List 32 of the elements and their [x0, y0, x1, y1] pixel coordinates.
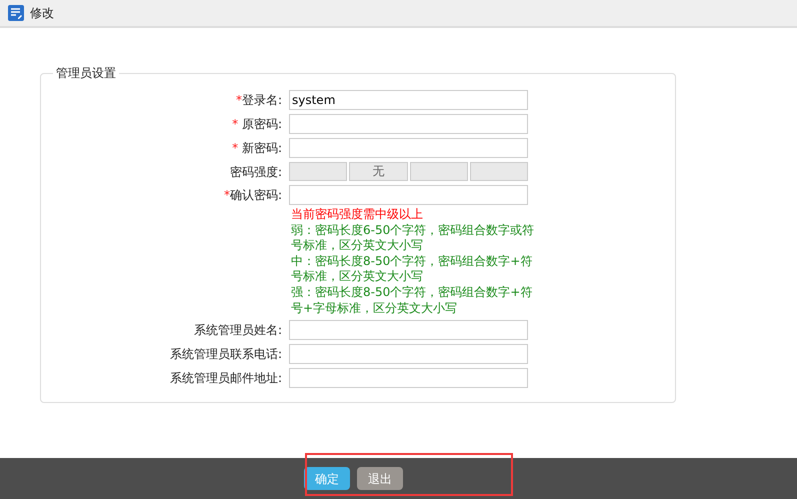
- input-field[interactable]: [289, 320, 528, 340]
- meter-segment: [289, 162, 348, 181]
- required-mark: *: [224, 188, 230, 202]
- exit-button[interactable]: 退出: [357, 467, 403, 490]
- field-label: 新密码:: [242, 141, 282, 155]
- field-label: 系统管理员姓名:: [194, 323, 282, 338]
- edit-icon: [8, 5, 24, 21]
- input-field[interactable]: [289, 368, 528, 388]
- required-mark: *: [232, 117, 240, 131]
- field-label: 登录名:: [242, 93, 282, 107]
- meter-segment: 无: [349, 162, 408, 181]
- input-field[interactable]: [289, 138, 528, 158]
- meter-segment: [410, 162, 468, 181]
- input-field[interactable]: [289, 185, 528, 205]
- confirm-button[interactable]: 确定: [304, 467, 350, 490]
- required-mark: *: [232, 141, 240, 155]
- required-mark: *: [236, 93, 242, 107]
- input-field[interactable]: [289, 114, 528, 134]
- field-label: 原密码:: [242, 117, 282, 131]
- input-field[interactable]: [289, 344, 528, 364]
- field-label: 系统管理员联系电话:: [170, 347, 282, 362]
- rule-text: 中：密码长度8-50个字符，密码组合数字+符号标准，区分英文大小写: [291, 254, 534, 285]
- field-label: 确认密码:: [230, 188, 282, 202]
- field-label: 密码强度:: [230, 164, 282, 178]
- warning-text: 当前密码强度需中级以上: [291, 207, 424, 223]
- rule-text: 强：密码长度8-50个字符，密码组合数字+符号+字母标准，区分英文大小写: [291, 284, 534, 316]
- fieldset-legend: 管理员设置: [53, 66, 119, 80]
- page-title: 修改: [30, 5, 54, 22]
- input-field[interactable]: system: [289, 90, 528, 110]
- meter-segment: [470, 162, 528, 181]
- rule-text: 弱：密码长度6-50个字符，密码组合数字或符号标准，区分英文大小写: [291, 222, 536, 254]
- field-label: 系统管理员邮件地址:: [170, 371, 282, 386]
